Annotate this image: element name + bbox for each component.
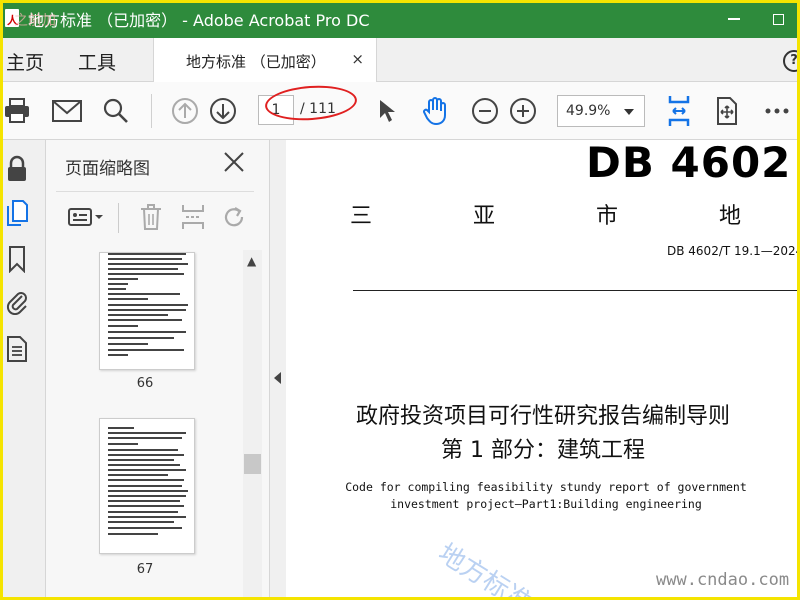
chevron-up-icon[interactable]: ▲: [247, 254, 256, 268]
thumbnail-page-label: 67: [136, 562, 154, 577]
city-standard-heading: 三 亚 市 地 方 标 准: [350, 204, 800, 229]
minimize-button[interactable]: [712, 0, 756, 38]
print-icon[interactable]: [0, 94, 34, 128]
hand-tool-icon[interactable]: [418, 94, 452, 128]
delete-page-icon[interactable]: [136, 201, 166, 233]
english-title-line2: investment project—Part1:Building engine…: [390, 497, 702, 511]
window-title: 地方标准 （已加密） - Adobe Acrobat Pro DC: [28, 11, 370, 30]
document-title-line1: 政府投资项目可行性研究报告编制导则: [355, 404, 730, 429]
bookmark-icon[interactable]: [4, 244, 30, 274]
left-rail: [0, 140, 46, 600]
corner-watermark: 之前加: [14, 13, 56, 29]
maximize-button[interactable]: [756, 0, 800, 38]
panel-tools: [46, 195, 270, 239]
email-icon[interactable]: [50, 94, 84, 128]
tab-document[interactable]: 地方标准 （已加密） ×: [153, 38, 377, 82]
panel-collapse-strip[interactable]: [270, 140, 286, 600]
document-page[interactable]: DB 4602 三 亚 市 地 方 标 准 DB 4602/T 19.1—202…: [286, 140, 800, 600]
extract-pages-icon[interactable]: [178, 201, 208, 233]
select-cursor-icon[interactable]: [370, 94, 404, 128]
thumbnail-page-label: 66: [136, 376, 154, 391]
panel-close-icon[interactable]: [222, 150, 246, 174]
fit-page-icon[interactable]: [662, 94, 696, 128]
thumbnail-scrollbar[interactable]: ▲: [243, 250, 262, 600]
document-watermark: 地方标准: [432, 538, 537, 600]
search-icon[interactable]: [99, 94, 133, 128]
thumbnails-panel: 页面缩略图 66 67 ▲: [46, 140, 270, 600]
panel-title: 页面缩略图: [65, 159, 150, 179]
lock-icon[interactable]: [4, 154, 30, 184]
site-watermark: www.cndao.com: [656, 570, 790, 590]
tab-tools[interactable]: 工具: [78, 48, 116, 75]
standard-code: DB 4602: [586, 140, 792, 187]
tab-home[interactable]: 主页: [6, 48, 44, 75]
standard-number: DB 4602/T 19.1—2024: [667, 244, 800, 258]
more-options-icon[interactable]: [760, 94, 794, 128]
tab-document-label: 地方标准 （已加密）: [186, 53, 326, 71]
tab-bar: 主页 工具 地方标准 （已加密） × ?: [0, 38, 800, 82]
thumbnail-list: 66 67: [46, 244, 244, 600]
rotate-page-icon[interactable]: [220, 201, 250, 233]
title-bar: 人 地方标准 （已加密） - Adobe Acrobat Pro DC: [0, 0, 800, 38]
divider-line: [353, 290, 800, 291]
zoom-level-select[interactable]: 49.9%: [557, 95, 645, 127]
english-title-line1: Code for compiling feasibility stundy re…: [345, 480, 747, 494]
document-title-line2: 第 1 部分：建筑工程: [441, 438, 645, 463]
zoom-out-icon[interactable]: [468, 94, 502, 128]
chevron-left-icon[interactable]: [274, 372, 281, 384]
zoom-level-value: 49.9%: [566, 103, 611, 119]
attachment-icon[interactable]: [4, 286, 30, 316]
scrollbar-thumb[interactable]: [244, 454, 261, 474]
thumbnail-page[interactable]: [99, 252, 195, 370]
thumbnail-page[interactable]: [99, 418, 195, 554]
thumbnail-options-icon[interactable]: [67, 201, 107, 233]
next-page-icon[interactable]: [206, 94, 240, 128]
tab-close-button[interactable]: ×: [351, 50, 364, 68]
help-button[interactable]: ?: [783, 50, 800, 72]
chevron-down-icon: [624, 109, 634, 115]
document-properties-icon[interactable]: [4, 334, 30, 364]
rotate-view-icon[interactable]: [710, 94, 744, 128]
zoom-in-icon[interactable]: [506, 94, 540, 128]
toolbar: 1 / 111 49.9%: [0, 82, 800, 140]
page-thumbnails-icon[interactable]: [4, 198, 30, 228]
previous-page-icon[interactable]: [168, 94, 202, 128]
